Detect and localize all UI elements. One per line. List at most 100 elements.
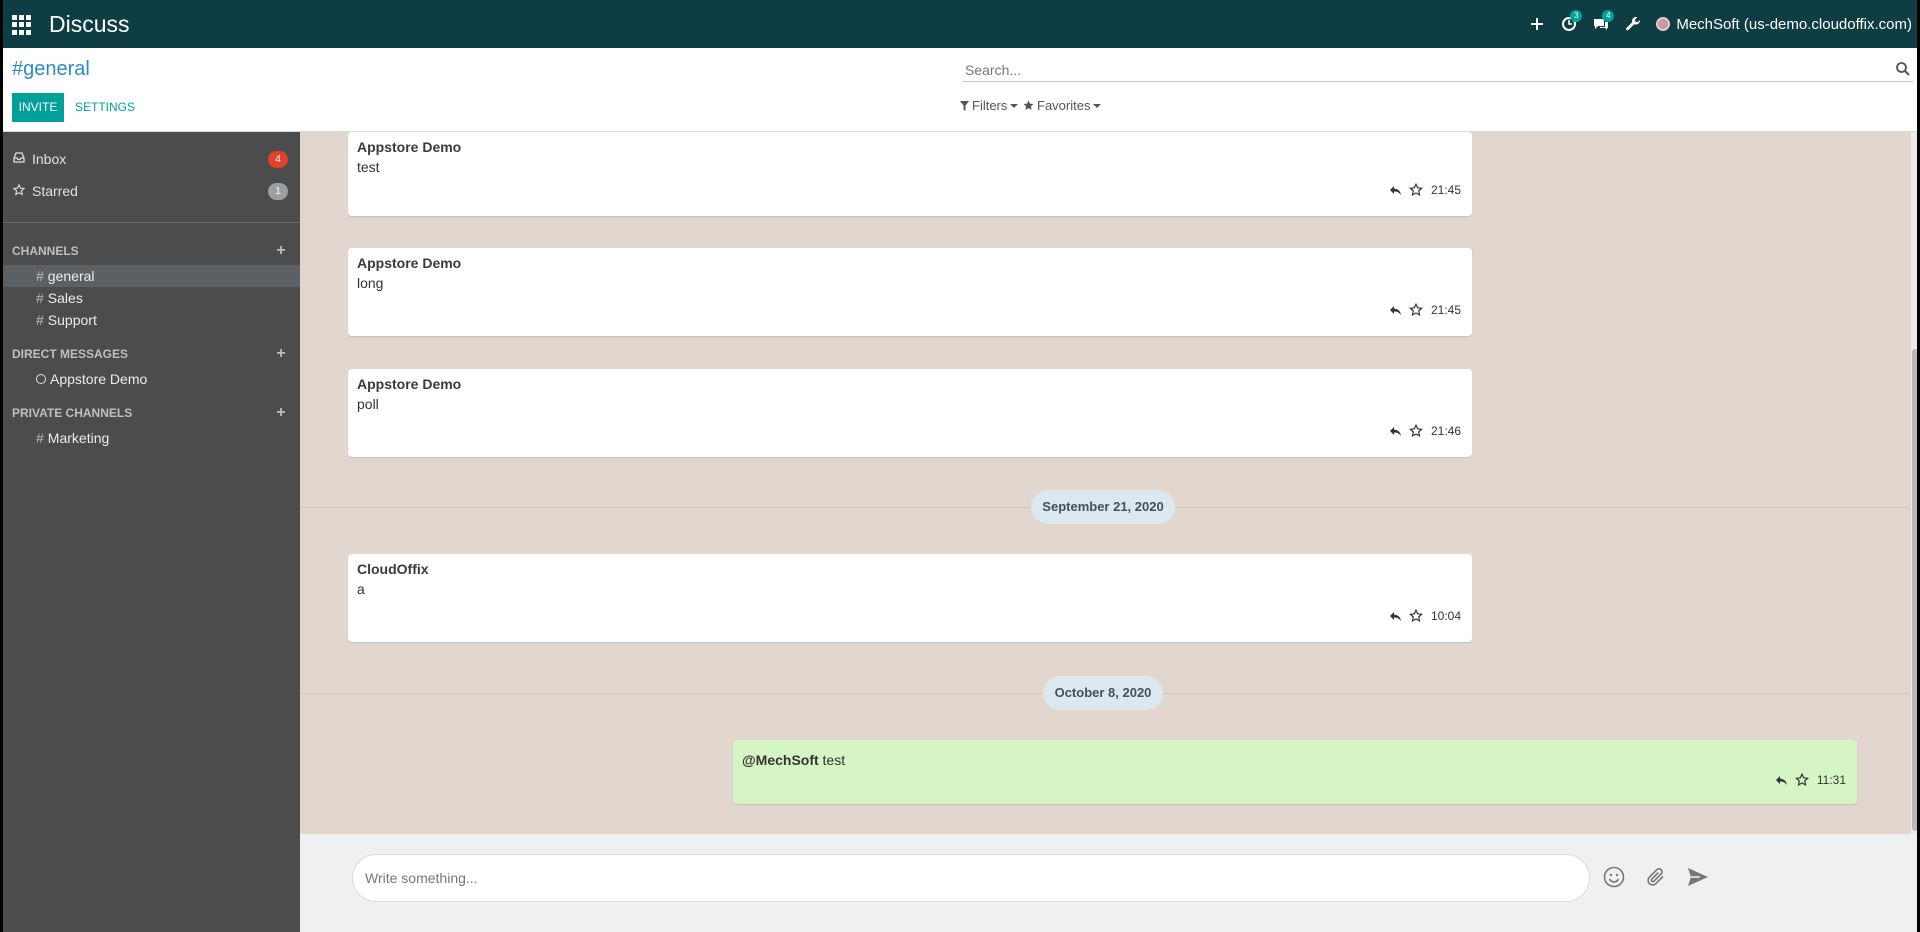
date-separator: September 21, 2020 bbox=[1031, 490, 1175, 524]
caret-down-icon bbox=[1093, 103, 1102, 108]
message-body: @MechSoft test bbox=[742, 752, 845, 768]
channel-label: Sales bbox=[47, 290, 83, 306]
send-icon[interactable] bbox=[1686, 865, 1710, 889]
inbox-icon bbox=[12, 152, 26, 166]
discuss-sidebar: Inbox 4 Starred 1 CHANNELS + # general #… bbox=[0, 132, 300, 932]
message-body: long bbox=[357, 275, 384, 291]
page-title: #general bbox=[12, 58, 90, 80]
message-author[interactable]: CloudOffix bbox=[357, 561, 429, 577]
starred-count-badge: 1 bbox=[268, 183, 288, 200]
message-actions: 11:31 bbox=[1769, 773, 1846, 787]
channels-header: CHANNELS + bbox=[12, 242, 288, 260]
message-time: 10:04 bbox=[1430, 609, 1461, 623]
reply-icon[interactable] bbox=[1389, 424, 1403, 438]
activities-badge: 3 bbox=[1570, 10, 1583, 22]
top-navbar: Discuss 3 4 MechSoft (us-demo.cloudoffix… bbox=[0, 0, 1920, 48]
star-icon[interactable] bbox=[1409, 303, 1423, 317]
user-label: MechSoft (us-demo.cloudoffix.com) bbox=[1676, 15, 1912, 33]
star-icon[interactable] bbox=[1409, 424, 1423, 438]
reply-icon[interactable] bbox=[1389, 183, 1403, 197]
reply-icon[interactable] bbox=[1389, 609, 1403, 623]
mention-link[interactable]: @MechSoft bbox=[742, 752, 819, 768]
channel-label: general bbox=[47, 268, 95, 284]
reply-icon[interactable] bbox=[1389, 303, 1403, 317]
star-icon[interactable] bbox=[1409, 183, 1423, 197]
invite-button[interactable]: INVITE bbox=[12, 93, 64, 122]
message-actions: 21:45 bbox=[1383, 183, 1461, 197]
date-separator: October 8, 2020 bbox=[1043, 676, 1163, 710]
sidebar-item-appstore-demo[interactable]: Appstore Demo bbox=[0, 368, 300, 390]
channel-label: Marketing bbox=[47, 430, 110, 446]
add-channel-plus-icon[interactable]: + bbox=[274, 242, 288, 260]
messages-chat-icon[interactable]: 4 bbox=[1586, 9, 1616, 39]
message-text: test bbox=[818, 752, 846, 768]
message-composer bbox=[300, 834, 1920, 932]
private-channels-header: PRIVATE CHANNELS + bbox=[12, 404, 288, 422]
hash-icon: # bbox=[36, 290, 44, 306]
paperclip-icon[interactable] bbox=[1644, 865, 1668, 889]
hash-icon: # bbox=[36, 268, 44, 284]
message-author[interactable]: Appstore Demo bbox=[357, 376, 461, 392]
direct-messages-header-label: DIRECT MESSAGES bbox=[12, 347, 129, 361]
window-frame-left bbox=[0, 0, 3, 932]
user-menu[interactable]: MechSoft (us-demo.cloudoffix.com) bbox=[1656, 16, 1912, 33]
message-time: 21:45 bbox=[1430, 183, 1461, 197]
search-icon[interactable] bbox=[1895, 61, 1911, 77]
message-actions: 10:04 bbox=[1383, 609, 1461, 623]
sidebar-item-inbox[interactable]: Inbox 4 bbox=[0, 146, 300, 172]
discuss-app: Discuss 3 4 MechSoft (us-demo.cloudoffix… bbox=[0, 0, 1920, 932]
add-private-channel-plus-icon[interactable]: + bbox=[274, 404, 288, 422]
search-input[interactable] bbox=[965, 59, 1845, 81]
favorites-label: Favorites bbox=[1037, 98, 1091, 113]
plus-icon[interactable] bbox=[1522, 9, 1552, 39]
message-card: Appstore Demo long 21:45 bbox=[348, 248, 1472, 336]
sidebar-item-support[interactable]: # Support bbox=[0, 309, 300, 331]
search-bar bbox=[963, 59, 1913, 82]
filters-dropdown[interactable]: Filters bbox=[960, 98, 1019, 113]
sidebar-item-starred[interactable]: Starred 1 bbox=[0, 178, 300, 204]
messages-badge: 4 bbox=[1602, 10, 1615, 22]
sidebar-item-label: Starred bbox=[32, 183, 78, 199]
emoji-icon[interactable] bbox=[1602, 865, 1626, 889]
hash-icon: # bbox=[36, 430, 44, 446]
app-brand[interactable]: Discuss bbox=[49, 11, 130, 38]
message-time: 11:31 bbox=[1816, 773, 1846, 787]
message-author[interactable]: Appstore Demo bbox=[357, 255, 461, 271]
sidebar-item-label: Inbox bbox=[32, 151, 67, 167]
sidebar-item-sales[interactable]: # Sales bbox=[0, 287, 300, 309]
direct-messages-header: DIRECT MESSAGES + bbox=[12, 345, 288, 363]
message-time: 21:46 bbox=[1430, 424, 1461, 438]
wrench-icon[interactable] bbox=[1618, 9, 1648, 39]
filter-icon bbox=[960, 100, 969, 111]
star-icon[interactable] bbox=[1794, 773, 1809, 787]
message-time: 21:45 bbox=[1430, 303, 1461, 317]
channel-label: Support bbox=[47, 312, 97, 328]
sidebar-item-marketing[interactable]: # Marketing bbox=[0, 427, 300, 449]
message-body: a bbox=[357, 581, 365, 597]
reply-icon[interactable] bbox=[1775, 773, 1789, 787]
message-actions: 21:46 bbox=[1383, 424, 1461, 438]
message-thread[interactable]: Appstore Demo test 21:45 Appstore Demo l… bbox=[300, 132, 1920, 834]
message-body: poll bbox=[357, 396, 379, 412]
settings-button[interactable]: SETTINGS bbox=[75, 93, 135, 122]
message-actions: 21:45 bbox=[1383, 303, 1461, 317]
message-card: Appstore Demo test 21:45 bbox=[348, 132, 1472, 216]
dm-label: Appstore Demo bbox=[50, 371, 148, 387]
sidebar-divider bbox=[0, 222, 300, 223]
offline-status-icon bbox=[36, 374, 46, 384]
apps-menu-icon[interactable] bbox=[12, 15, 32, 35]
message-author[interactable]: Appstore Demo bbox=[357, 139, 461, 155]
star-icon[interactable] bbox=[1409, 609, 1423, 623]
message-card: Appstore Demo poll 21:46 bbox=[348, 369, 1472, 457]
sidebar-item-general[interactable]: # general bbox=[0, 265, 300, 287]
activities-clock-icon[interactable]: 3 bbox=[1554, 9, 1584, 39]
navbar-systray: 3 4 MechSoft (us-demo.cloudoffix.com) bbox=[1522, 0, 1920, 48]
filters-label: Filters bbox=[972, 98, 1008, 113]
add-direct-message-plus-icon[interactable]: + bbox=[274, 345, 288, 363]
star-filled-icon bbox=[1023, 100, 1034, 110]
composer-input[interactable] bbox=[352, 854, 1590, 902]
favorites-dropdown[interactable]: Favorites bbox=[1023, 98, 1102, 113]
own-message-card: @MechSoft test 11:31 bbox=[733, 740, 1857, 804]
channels-header-label[interactable]: CHANNELS bbox=[12, 244, 79, 258]
message-card: CloudOffix a 10:04 bbox=[348, 554, 1472, 642]
